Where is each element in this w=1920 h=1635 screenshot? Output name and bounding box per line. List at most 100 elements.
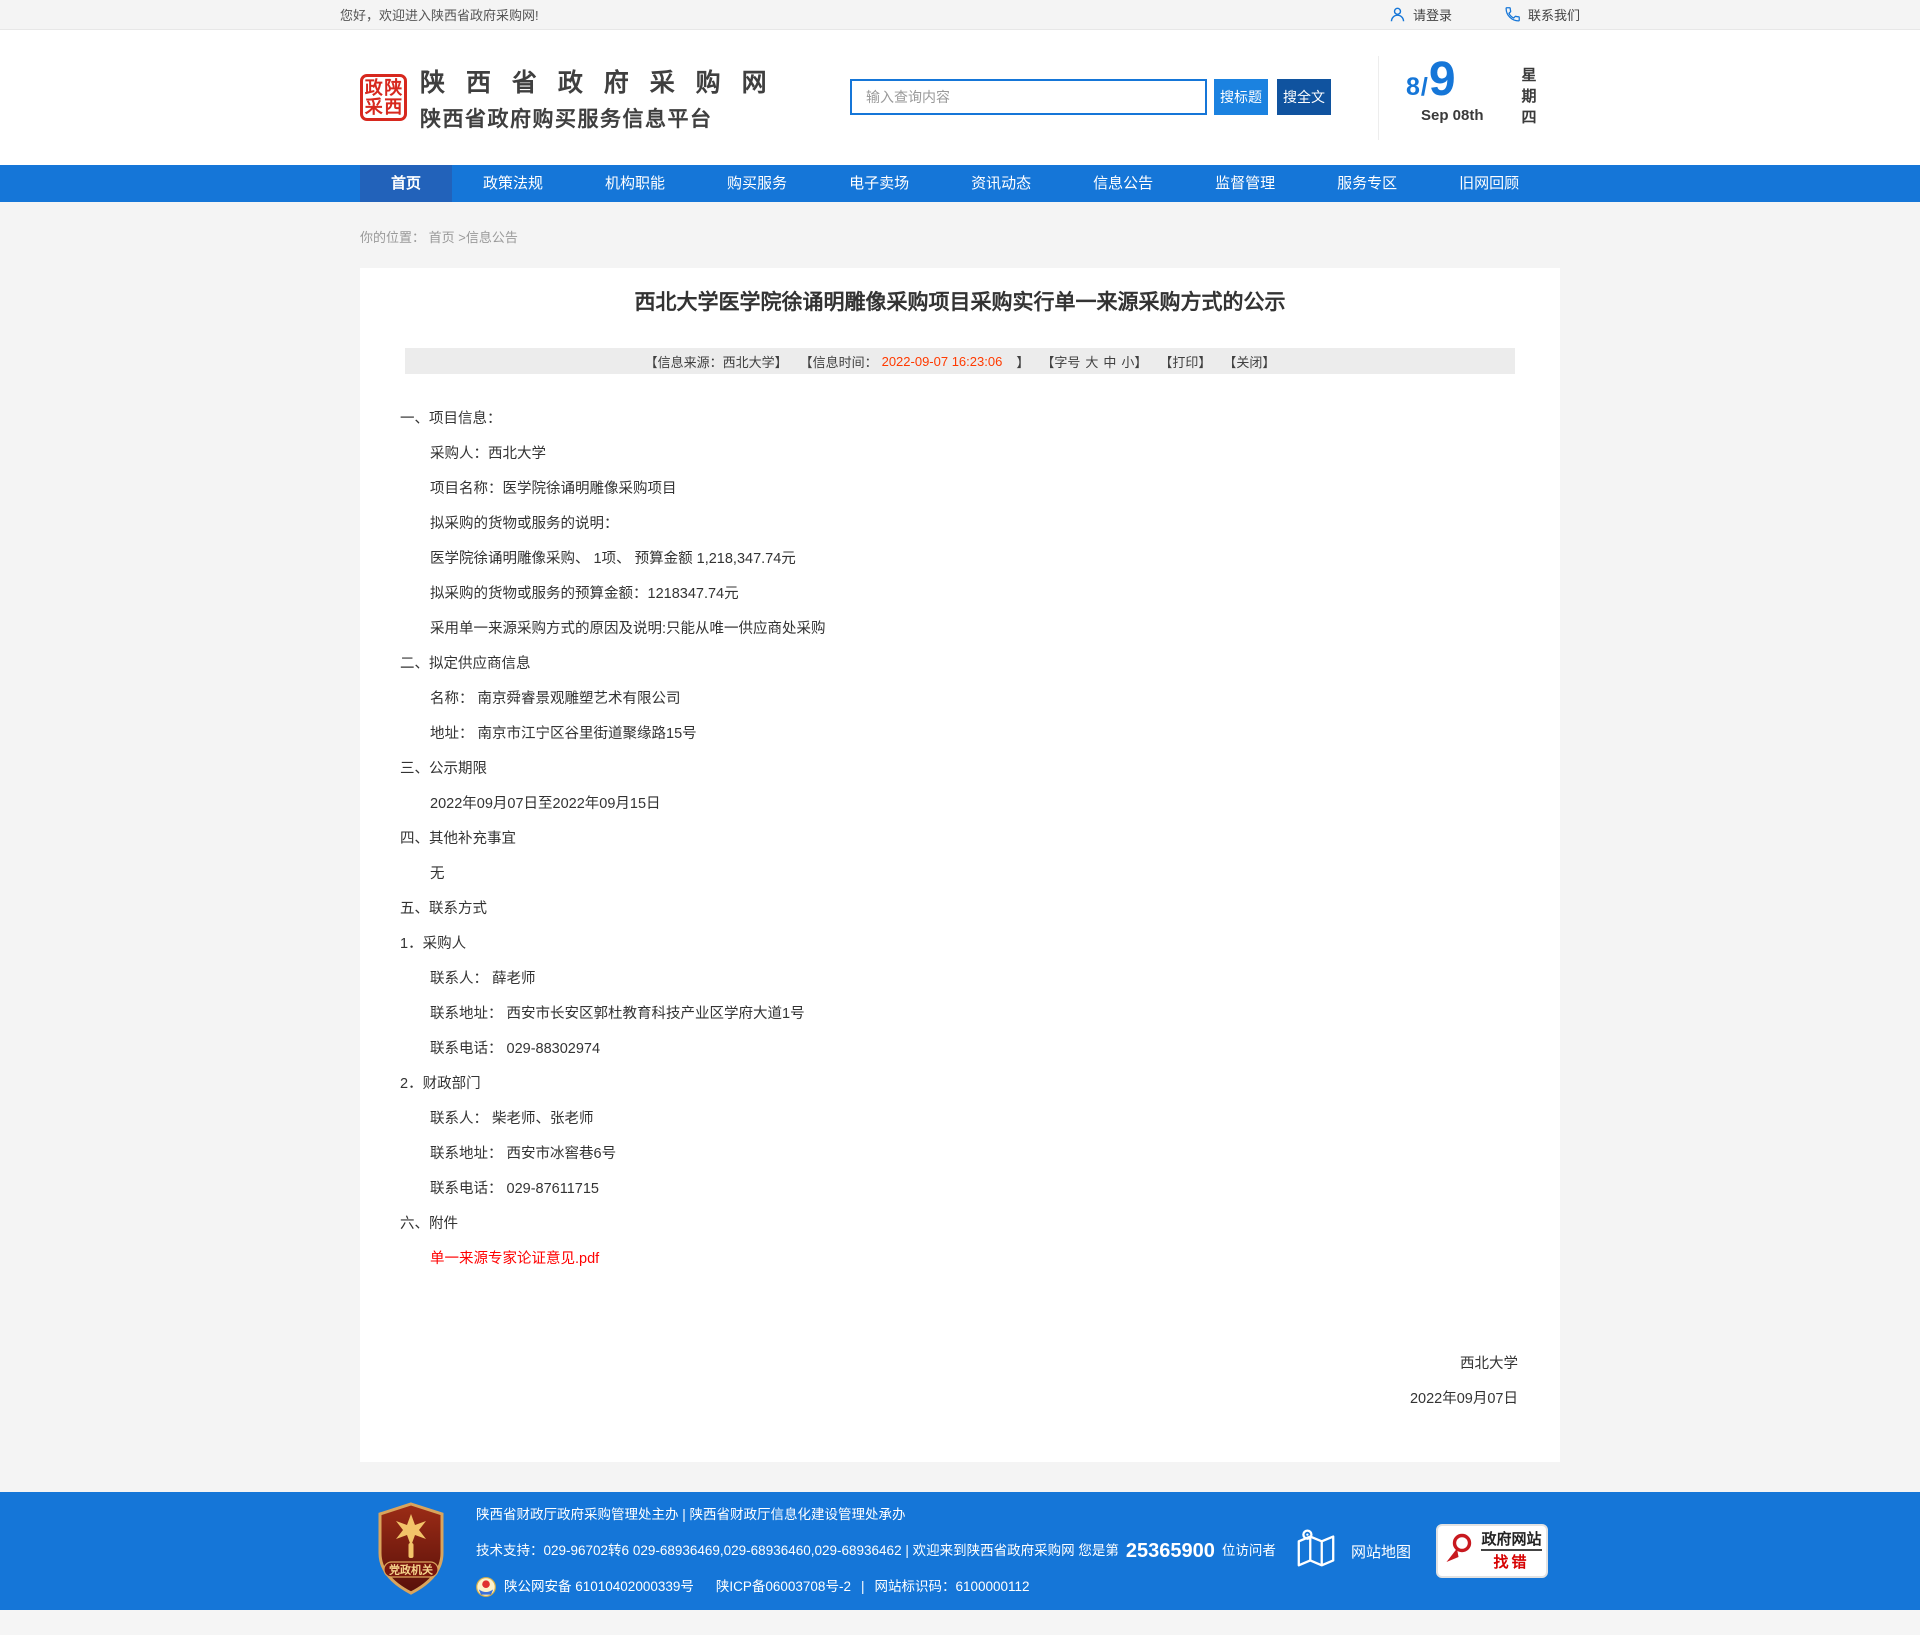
attachment-pdf-link[interactable]: 单一来源专家论证意见.pdf [430, 1242, 1560, 1277]
section-heading: 三、公示期限 [400, 752, 1560, 787]
sitemap-label: 网站地图 [1351, 1541, 1411, 1562]
icp-beian[interactable]: 陕ICP备06003708号-2 [716, 1569, 851, 1605]
article-paragraph: 采购人：西北大学 [430, 437, 1560, 472]
meta-fontsize-end: 】 [1134, 352, 1147, 371]
meta-source: 【信息来源：西北大学】 [645, 352, 788, 371]
signature-org: 西北大学 [360, 1347, 1518, 1382]
search-title-button[interactable]: 搜标题 [1214, 79, 1268, 115]
fontsize-large-button[interactable]: 大 [1085, 352, 1098, 371]
seal-char: 西 [384, 98, 402, 116]
site-subtitle: 陕西省政府购买服务信息平台 [420, 103, 774, 133]
nav-item-policies[interactable]: 政策法规 [452, 165, 574, 202]
site-header: 政 陕 采 西 陕 西 省 政 府 采 购 网 陕西省政府购买服务信息平台 搜标… [0, 30, 1920, 165]
weekday-label: 星 期 四 [1522, 56, 1537, 140]
nav-item-news[interactable]: 资讯动态 [940, 165, 1062, 202]
meta-time-label: 【信息时间： [800, 352, 878, 371]
site-code: 网站标识码：6100000112 [874, 1569, 1029, 1605]
police-badge-icon [476, 1577, 496, 1597]
section-heading: 六、附件 [400, 1207, 1560, 1242]
footer-sponsor-line: 陕西省财政厅政府采购管理处主办 | 陕西省财政厅信息化建设管理处承办 [476, 1497, 1276, 1533]
section-heading: 四、其他补充事宜 [400, 822, 1560, 857]
site-logo[interactable]: 政 陕 采 西 陕 西 省 政 府 采 购 网 陕西省政府购买服务信息平台 [360, 63, 774, 133]
article-paragraph: 拟采购的货物或服务的预算金额：1218347.74元 [430, 577, 1560, 612]
sitemap-link[interactable]: 网站地图 [1294, 1527, 1411, 1575]
contact-link[interactable]: 联系我们 [1504, 5, 1580, 24]
section-heading: 一、项目信息： [400, 402, 1560, 437]
nav-item-home[interactable]: 首页 [360, 165, 452, 202]
article-paragraph: 联系电话： 029-87611715 [430, 1172, 1560, 1207]
login-link[interactable]: 请登录 [1389, 5, 1452, 24]
article-paragraph: 联系人： 薛老师 [430, 962, 1560, 997]
seal-logo-icon: 政 陕 采 西 [360, 74, 407, 121]
article-paragraph: 联系电话： 029-88302974 [430, 1032, 1560, 1067]
nav-item-supervision[interactable]: 监督管理 [1184, 165, 1306, 202]
visitor-count: 25365900 [1126, 1533, 1215, 1569]
article-paragraph: 联系地址： 西安市冰窖巷6号 [430, 1137, 1560, 1172]
article-meta-bar: 【信息来源：西北大学】 【信息时间： 2022-09-07 16:23:06 】… [405, 348, 1515, 374]
fontsize-small-button[interactable]: 小 [1121, 352, 1134, 371]
footer-beian-line: 陕公网安备 61010402000339号 陕ICP备06003708号-2 |… [476, 1569, 1276, 1605]
article-body: 一、项目信息： 采购人：西北大学 项目名称：医学院徐诵明雕像采购项目 拟采购的货… [360, 402, 1560, 1277]
fontsize-medium-button[interactable]: 中 [1103, 352, 1116, 371]
bottom-strip [0, 1610, 1920, 1635]
article-paragraph: 2022年09月07日至2022年09月15日 [430, 787, 1560, 822]
sub-section-heading: 2．财政部门 [400, 1067, 1560, 1102]
magnifier-icon [1442, 1532, 1476, 1571]
article-paragraph: 无 [430, 857, 1560, 892]
meta-time-end: 】 [1016, 352, 1029, 371]
date-slash: / [1421, 73, 1428, 102]
article-paragraph: 联系人： 柴老师、张老师 [430, 1102, 1560, 1137]
date-month: 8 [1406, 73, 1420, 102]
breadcrumb-current: >信息公告 [458, 230, 518, 245]
close-button[interactable]: 【关闭】 [1223, 352, 1275, 371]
search-bar: 搜标题 搜全文 [850, 79, 1331, 115]
welcome-text: 您好，欢迎进入陕西省政府采购网! [340, 5, 539, 24]
search-input[interactable] [850, 79, 1207, 115]
meta-time-value: 2022-09-07 16:23:06 [882, 354, 1003, 369]
section-heading: 五、联系方式 [400, 892, 1560, 927]
seal-char: 采 [365, 98, 383, 116]
signature-date: 2022年09月07日 [360, 1382, 1518, 1417]
date-widget: 8 / 9 Sep 08th 星 期 四 [1378, 56, 1537, 140]
article-paragraph: 采用单一来源采购方式的原因及说明:只能从唯一供应商处采购 [430, 612, 1560, 647]
contact-label: 联系我们 [1528, 5, 1580, 24]
nav-item-service-zone[interactable]: 服务专区 [1306, 165, 1428, 202]
phone-icon [1504, 6, 1521, 23]
print-button[interactable]: 【打印】 [1159, 352, 1211, 371]
party-gov-badge-icon: 党政机关 [374, 1501, 448, 1602]
map-icon [1294, 1527, 1338, 1575]
sub-section-heading: 1．采购人 [400, 927, 1560, 962]
nav-item-purchase-services[interactable]: 购买服务 [696, 165, 818, 202]
nav-item-e-market[interactable]: 电子卖场 [818, 165, 940, 202]
report-error-badge[interactable]: 政府网站 找错 [1436, 1524, 1548, 1578]
article-paragraph: 地址： 南京市江宁区谷里街道聚缘路15号 [430, 717, 1560, 752]
article-paragraph: 名称： 南京舜睿景观雕塑艺术有限公司 [430, 682, 1560, 717]
nav-item-functions[interactable]: 机构职能 [574, 165, 696, 202]
section-heading: 二、拟定供应商信息 [400, 647, 1560, 682]
police-beian[interactable]: 陕公网安备 61010402000339号 [504, 1569, 694, 1605]
login-label: 请登录 [1413, 5, 1452, 24]
meta-fontsize-label: 【字号 [1041, 352, 1080, 371]
article-paragraph: 项目名称：医学院徐诵明雕像采购项目 [430, 472, 1560, 507]
footer-support-line: 技术支持：029-96702转6 029-68936469,029-689364… [476, 1533, 1276, 1569]
breadcrumb: 你的位置： 首页 >信息公告 [360, 228, 1560, 248]
breadcrumb-label: 你的位置： [360, 230, 425, 245]
badge-find-error-label: 找错 [1493, 1553, 1529, 1572]
page-body: 你的位置： 首页 >信息公告 西北大学医学院徐诵明雕像采购项目采购实行单一来源采… [0, 202, 1920, 1492]
article-title: 西北大学医学院徐诵明雕像采购项目采购实行单一来源采购方式的公示 [360, 288, 1560, 318]
breadcrumb-home-link[interactable]: 首页 [429, 230, 455, 245]
seal-char: 陕 [384, 79, 402, 97]
nav-item-announcements[interactable]: 信息公告 [1062, 165, 1184, 202]
search-fulltext-button[interactable]: 搜全文 [1277, 79, 1331, 115]
article-paragraph: 联系地址： 西安市长安区郭杜教育科技产业区学府大道1号 [430, 997, 1560, 1032]
article-signature: 西北大学 2022年09月07日 [360, 1347, 1560, 1417]
date-day: 9 [1429, 56, 1456, 104]
article-paragraph: 医学院徐诵明雕像采购、 1项、 预算金额 1,218,347.74元 [430, 542, 1560, 577]
topbar: 您好，欢迎进入陕西省政府采购网! 请登录 联系我们 [0, 0, 1920, 30]
nav-item-old-site[interactable]: 旧网回顾 [1428, 165, 1550, 202]
main-nav: 首页 政策法规 机构职能 购买服务 电子卖场 资讯动态 信息公告 监督管理 服务… [0, 165, 1920, 202]
site-name: 陕 西 省 政 府 采 购 网 [420, 63, 774, 99]
party-gov-badge-label: 党政机关 [389, 1562, 433, 1576]
footer: 党政机关 陕西省财政厅政府采购管理处主办 | 陕西省财政厅信息化建设管理处承办 … [0, 1492, 1920, 1610]
seal-char: 政 [365, 79, 383, 97]
